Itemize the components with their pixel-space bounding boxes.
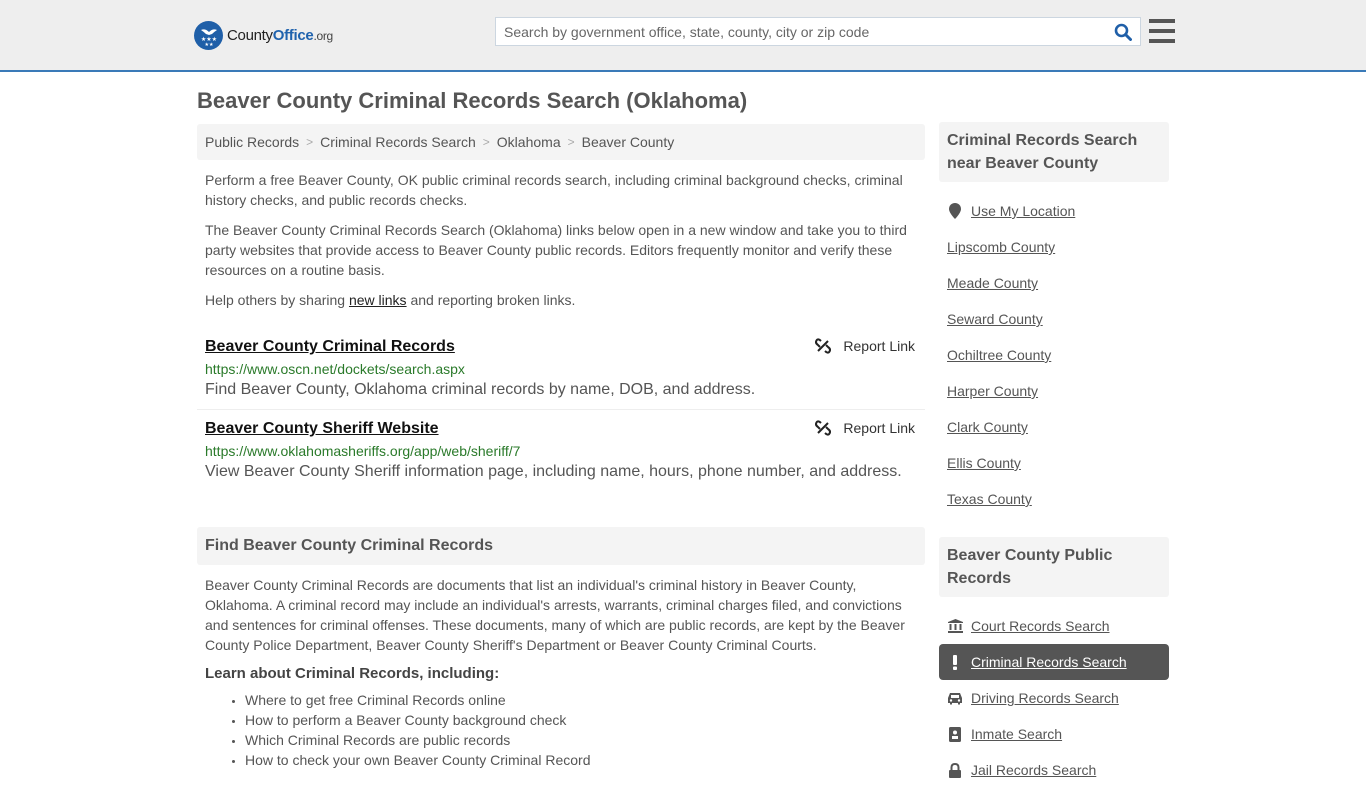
intro-paragraph: Perform a free Beaver County, OK public …	[205, 172, 903, 208]
learn-about-heading: Learn about Criminal Records, including:	[205, 665, 500, 682]
breadcrumb-separator: >	[306, 135, 314, 149]
learn-about-item: Which Criminal Records are public record…	[245, 730, 925, 750]
intro-text: Perform a free Beaver County, OK public …	[197, 170, 925, 310]
public-records-heading: Beaver County Public Records	[939, 537, 1169, 597]
sidebar-item-driving-records[interactable]: Driving Records Search	[939, 680, 1169, 716]
nearby-county-item[interactable]: Meade County	[939, 265, 1169, 301]
sidebar-item-label[interactable]: Jail Records Search	[971, 762, 1096, 778]
nearby-heading: Criminal Records Search near Beaver Coun…	[939, 122, 1169, 182]
nearby-county-link[interactable]: Lipscomb County	[947, 239, 1055, 255]
resource-link-title[interactable]: Beaver County Criminal Records	[205, 338, 455, 356]
sidebar-item-jail-records[interactable]: Jail Records Search	[939, 752, 1169, 788]
nearby-county-item[interactable]: Ellis County	[939, 445, 1169, 481]
new-links-link[interactable]: new links	[349, 292, 407, 308]
find-records-body: Beaver County Criminal Records are docum…	[205, 577, 905, 653]
sidebar-item-label[interactable]: Driving Records Search	[971, 690, 1119, 706]
sidebar: Criminal Records Search near Beaver Coun…	[939, 122, 1169, 788]
broken-link-icon	[815, 420, 832, 436]
learn-about-item: How to check your own Beaver County Crim…	[245, 750, 925, 770]
sidebar-item-criminal-records[interactable]: Criminal Records Search	[939, 644, 1169, 680]
breadcrumb-separator: >	[567, 135, 575, 149]
breadcrumb-public-records[interactable]: Public Records	[205, 134, 299, 150]
use-my-location-link[interactable]: Use My Location	[971, 203, 1075, 219]
report-link-button[interactable]: Report Link	[815, 338, 915, 354]
search-bar	[495, 17, 1141, 46]
nearby-county-item[interactable]: Lipscomb County	[939, 229, 1169, 265]
nearby-county-item[interactable]: Texas County	[939, 481, 1169, 517]
site-header: ★★★ ★★ CountyOffice.org	[0, 0, 1366, 72]
site-logo[interactable]: ★★★ ★★ CountyOffice.org	[194, 20, 333, 50]
exclamation-icon	[947, 654, 963, 670]
nearby-county-link[interactable]: Ochiltree County	[947, 347, 1051, 363]
breadcrumb-beaver-county[interactable]: Beaver County	[582, 134, 675, 150]
nearby-county-item[interactable]: Clark County	[939, 409, 1169, 445]
learn-about-list: Where to get free Criminal Records onlin…	[197, 690, 925, 770]
nearby-county-link[interactable]: Ellis County	[947, 455, 1021, 471]
learn-about-item: How to perform a Beaver County backgroun…	[245, 710, 925, 730]
nearby-county-item[interactable]: Ochiltree County	[939, 337, 1169, 373]
map-marker-icon	[947, 203, 963, 219]
page-title: Beaver County Criminal Records Search (O…	[197, 88, 748, 113]
broken-link-icon	[815, 338, 832, 354]
resource-link-title[interactable]: Beaver County Sheriff Website	[205, 420, 439, 438]
nearby-county-item[interactable]: Seward County	[939, 301, 1169, 337]
sidebar-item-label[interactable]: Inmate Search	[971, 726, 1062, 742]
resource-link-item: Beaver County Criminal Records Report Li…	[197, 332, 925, 409]
resource-link-description: View Beaver County Sheriff information p…	[205, 463, 902, 480]
svg-text:★★: ★★	[204, 42, 213, 46]
breadcrumb-oklahoma[interactable]: Oklahoma	[497, 134, 561, 150]
use-my-location-item[interactable]: Use My Location	[939, 193, 1169, 229]
id-badge-icon	[947, 726, 963, 742]
nearby-county-link[interactable]: Clark County	[947, 419, 1028, 435]
share-links-paragraph: Help others by sharing new links and rep…	[205, 292, 576, 308]
nearby-county-link[interactable]: Seward County	[947, 311, 1043, 327]
nearby-county-link[interactable]: Meade County	[947, 275, 1038, 291]
find-records-heading: Find Beaver County Criminal Records	[197, 527, 925, 565]
sidebar-item-court-records[interactable]: Court Records Search	[939, 608, 1169, 644]
sidebar-item-label[interactable]: Criminal Records Search	[971, 654, 1127, 670]
intro-paragraph: The Beaver County Criminal Records Searc…	[205, 222, 907, 278]
search-button[interactable]	[1106, 18, 1140, 45]
hamburger-menu-button[interactable]	[1149, 19, 1175, 43]
car-icon	[947, 690, 963, 706]
sidebar-item-inmate-search[interactable]: Inmate Search	[939, 716, 1169, 752]
hamburger-menu-icon	[1149, 19, 1175, 23]
report-link-button[interactable]: Report Link	[815, 420, 915, 436]
lock-icon	[947, 762, 963, 778]
eagle-stars-logo-icon: ★★★ ★★	[194, 20, 223, 50]
breadcrumb-separator: >	[482, 135, 490, 149]
breadcrumb-criminal-records-search[interactable]: Criminal Records Search	[320, 134, 476, 150]
breadcrumb: Public Records > Criminal Records Search…	[197, 124, 925, 160]
resource-link-description: Find Beaver County, Oklahoma criminal re…	[205, 381, 756, 398]
nearby-counties-list: Use My Location Lipscomb County Meade Co…	[939, 193, 1169, 517]
logo-wordmark: CountyOffice.org	[227, 26, 333, 44]
search-input[interactable]	[496, 18, 1106, 45]
resource-link-url[interactable]: https://www.oscn.net/dockets/search.aspx	[205, 361, 917, 377]
main-content: Public Records > Criminal Records Search…	[197, 124, 925, 770]
resource-link-url[interactable]: https://www.oklahomasheriffs.org/app/web…	[205, 443, 917, 459]
nearby-county-item[interactable]: Harper County	[939, 373, 1169, 409]
search-icon	[1114, 23, 1132, 41]
nearby-county-link[interactable]: Texas County	[947, 491, 1032, 507]
public-records-list: Court Records Search Criminal Records Se…	[939, 608, 1169, 788]
learn-about-item: Where to get free Criminal Records onlin…	[245, 690, 925, 710]
sidebar-item-label[interactable]: Court Records Search	[971, 618, 1110, 634]
courthouse-icon	[947, 618, 963, 634]
nearby-county-link[interactable]: Harper County	[947, 383, 1038, 399]
resource-links-list: Beaver County Criminal Records Report Li…	[197, 332, 925, 491]
resource-link-item: Beaver County Sheriff Website Report Lin…	[197, 409, 925, 491]
